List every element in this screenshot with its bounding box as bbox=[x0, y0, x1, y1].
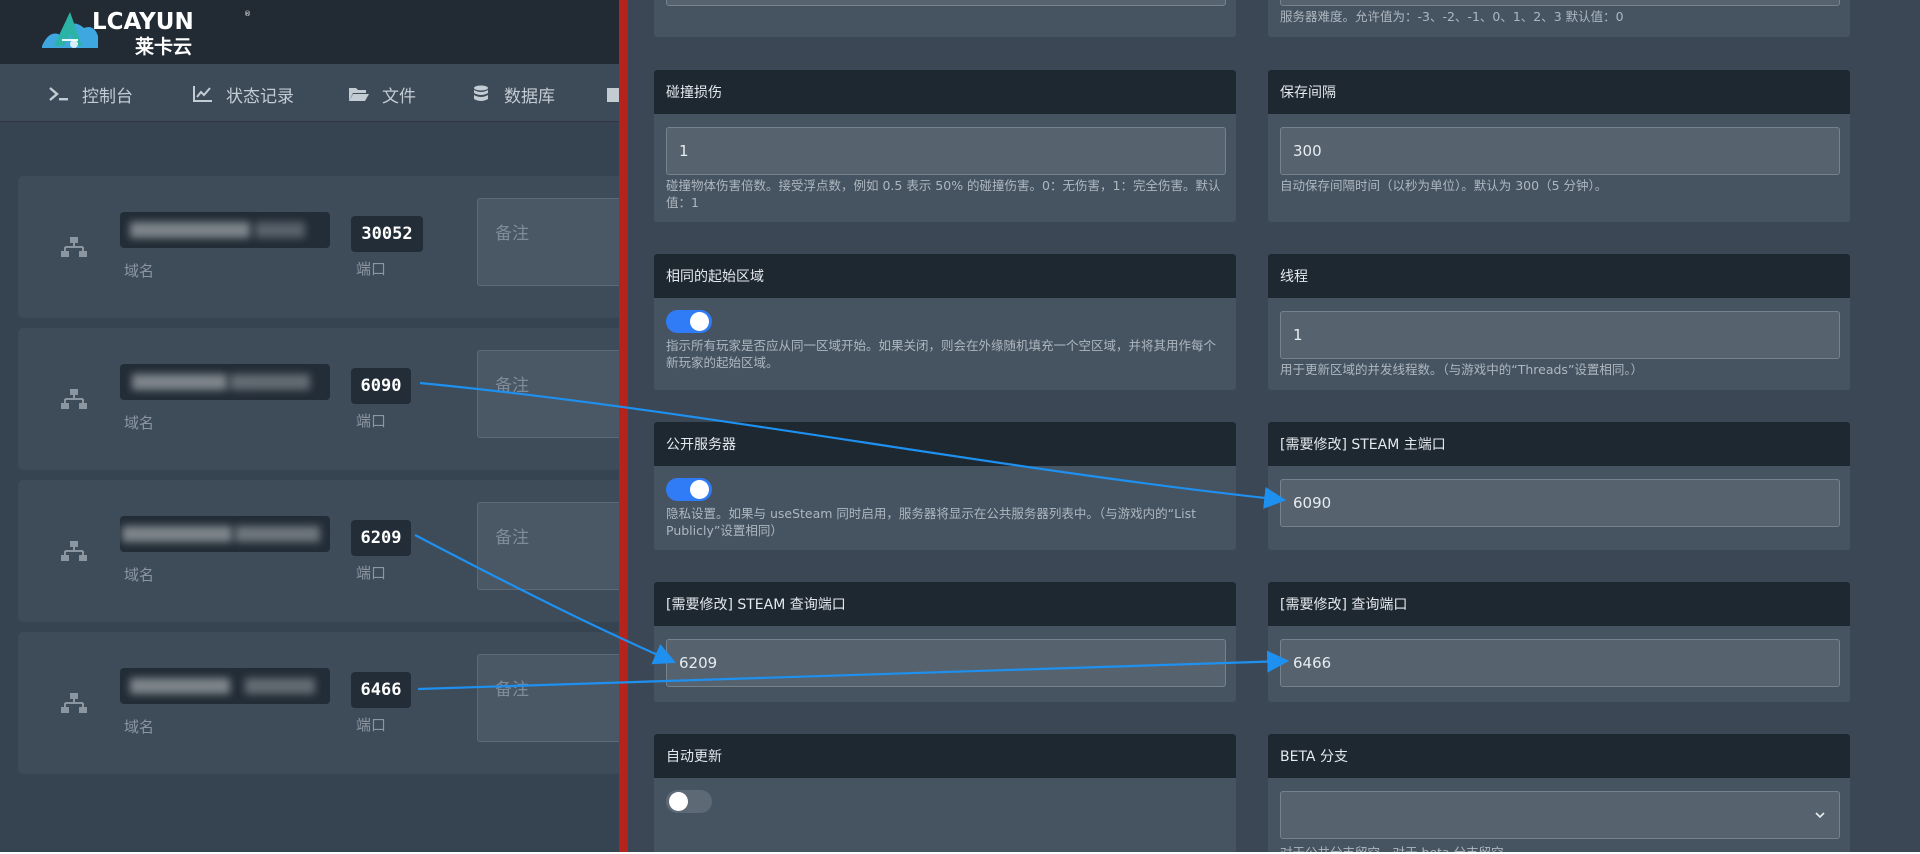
domain-label: 域名 bbox=[124, 262, 155, 280]
save-interval-title: 保存间隔 bbox=[1268, 70, 1850, 114]
collision-help: 碰撞物体伤害倍数。接受浮点数，例如 0.5 表示 50% 的碰撞伤害。0：无伤害… bbox=[666, 178, 1221, 210]
nav-item-more[interactable] bbox=[606, 82, 619, 106]
domain-label: 域名 bbox=[124, 566, 155, 584]
port-row: 域名 6090 端口 备注 bbox=[18, 328, 619, 470]
port-value: 6209 bbox=[351, 520, 411, 556]
setting-input-partial[interactable] bbox=[666, 0, 1226, 6]
port-row: 域名 6466 端口 备注 bbox=[18, 632, 619, 774]
setting-card-public-server: 公开服务器 隐私设置。如果与 useSteam 同时启用，服务器将显示在公共服务… bbox=[654, 422, 1236, 550]
network-icon bbox=[61, 693, 87, 713]
note-placeholder: 备注 bbox=[495, 224, 529, 244]
beta-branch-help: 对于公共分支留空，对于 beta 分支留空。 bbox=[1280, 844, 1836, 852]
line-chart-icon bbox=[193, 86, 212, 102]
threads-help: 用于更新区域的并发线程数。（与游戏中的“Threads”设置相同。） bbox=[1280, 362, 1644, 377]
domain-field[interactable] bbox=[120, 364, 330, 400]
setting-card-auto-update: 自动更新 bbox=[654, 734, 1236, 852]
port-row: 域名 6209 端口 备注 bbox=[18, 480, 619, 622]
beta-branch-select[interactable] bbox=[1280, 791, 1840, 839]
auto-update-toggle[interactable] bbox=[666, 790, 712, 813]
network-icon bbox=[61, 237, 87, 257]
nav-item-status-log[interactable]: 状态记录 bbox=[192, 82, 294, 107]
beta-branch-title: BETA 分支 bbox=[1268, 734, 1850, 778]
setting-card-threads: 线程 1 用于更新区域的并发线程数。（与游戏中的“Threads”设置相同。） bbox=[1268, 254, 1850, 390]
collision-title: 碰撞损伤 bbox=[654, 70, 1236, 114]
port-label: 端口 bbox=[356, 260, 387, 278]
chevron-down-icon bbox=[1815, 812, 1825, 819]
steam-query-port-title: [需要修改] STEAM 查询端口 bbox=[654, 582, 1236, 626]
steam-query-port-input[interactable]: 6209 bbox=[666, 639, 1226, 687]
database-icon bbox=[474, 85, 488, 101]
brand-name-cn: 莱卡云 bbox=[135, 36, 193, 58]
port-mapping-panel: LCAYUN 莱卡云 ® 控制台 状态记录 文件 数据库 域名 30052 端口… bbox=[0, 0, 619, 852]
nav-item-label: 状态记录 bbox=[226, 86, 294, 107]
threads-title: 线程 bbox=[1268, 254, 1850, 298]
port-row: 域名 30052 端口 备注 bbox=[18, 176, 619, 318]
top-bar: LCAYUN 莱卡云 ® bbox=[0, 0, 619, 64]
note-input[interactable]: 备注 bbox=[477, 350, 619, 438]
setting-card-partial-left bbox=[654, 0, 1236, 37]
port-value: 30052 bbox=[351, 216, 423, 252]
domain-field[interactable] bbox=[120, 212, 330, 248]
domain-label: 域名 bbox=[124, 718, 155, 736]
query-port-title: [需要修改] 查询端口 bbox=[1268, 582, 1850, 626]
note-placeholder: 备注 bbox=[495, 528, 529, 548]
note-input[interactable]: 备注 bbox=[477, 502, 619, 590]
separator-bar bbox=[619, 0, 628, 852]
steam-main-port-title: [需要修改] STEAM 主端口 bbox=[1268, 422, 1850, 466]
save-interval-input[interactable]: 300 bbox=[1280, 127, 1840, 175]
nav-item-console[interactable]: 控制台 bbox=[48, 82, 133, 107]
setting-card-beta-branch: BETA 分支 对于公共分支留空，对于 beta 分支留空。 bbox=[1268, 734, 1850, 852]
nav-item-files[interactable]: 文件 bbox=[348, 82, 416, 107]
setting-card-steam-main-port: [需要修改] STEAM 主端口 6090 bbox=[1268, 422, 1850, 550]
difficulty-help: 服务器难度。允许值为：-3、-2、-1、0、1、2、3 默认值：0 bbox=[1280, 9, 1624, 24]
setting-card-query-port: [需要修改] 查询端口 6466 bbox=[1268, 582, 1850, 702]
public-server-toggle[interactable] bbox=[666, 478, 712, 501]
nav-item-label: 文件 bbox=[382, 86, 416, 107]
same-start-toggle[interactable] bbox=[666, 310, 712, 333]
calendar-icon bbox=[607, 88, 619, 102]
query-port-input[interactable]: 6466 bbox=[1280, 639, 1840, 687]
note-input[interactable]: 备注 bbox=[477, 654, 619, 742]
terminal-icon bbox=[49, 87, 68, 101]
threads-input[interactable]: 1 bbox=[1280, 311, 1840, 359]
domain-label: 域名 bbox=[124, 414, 155, 432]
difficulty-input[interactable] bbox=[1280, 0, 1840, 6]
network-icon bbox=[61, 541, 87, 561]
steam-main-port-input[interactable]: 6090 bbox=[1280, 479, 1840, 527]
nav-item-label: 数据库 bbox=[504, 86, 555, 107]
domain-field[interactable] bbox=[120, 668, 330, 704]
lcayun-logo-mark-icon bbox=[42, 12, 98, 48]
domain-field[interactable] bbox=[120, 516, 330, 552]
nav-item-label: 控制台 bbox=[82, 86, 133, 107]
port-value: 6466 bbox=[351, 672, 411, 708]
network-icon bbox=[61, 389, 87, 409]
folder-open-icon bbox=[349, 88, 369, 101]
setting-card-collision: 碰撞损伤 1 碰撞物体伤害倍数。接受浮点数，例如 0.5 表示 50% 的碰撞伤… bbox=[654, 70, 1236, 222]
main-nav: 控制台 状态记录 文件 数据库 bbox=[0, 64, 619, 122]
collision-input[interactable]: 1 bbox=[666, 127, 1226, 175]
auto-update-title: 自动更新 bbox=[654, 734, 1236, 778]
port-label: 端口 bbox=[356, 564, 387, 582]
setting-card-same-start: 相同的起始区域 指示所有玩家是否应从同一区域开始。如果关闭，则会在外缘随机填充一… bbox=[654, 254, 1236, 390]
brand-logo[interactable]: LCAYUN 莱卡云 ® bbox=[40, 6, 251, 58]
port-label: 端口 bbox=[356, 412, 387, 430]
setting-card-save-interval: 保存间隔 300 自动保存间隔时间（以秒为单位）。默认为 300（5 分钟）。 bbox=[1268, 70, 1850, 222]
public-server-title: 公开服务器 bbox=[654, 422, 1236, 466]
note-placeholder: 备注 bbox=[495, 376, 529, 396]
port-label: 端口 bbox=[356, 716, 387, 734]
save-interval-help: 自动保存间隔时间（以秒为单位）。默认为 300（5 分钟）。 bbox=[1280, 178, 1608, 193]
nav-item-database[interactable]: 数据库 bbox=[470, 82, 555, 107]
same-start-title: 相同的起始区域 bbox=[654, 254, 1236, 298]
note-placeholder: 备注 bbox=[495, 680, 529, 700]
same-start-help: 指示所有玩家是否应从同一区域开始。如果关闭，则会在外缘随机填充一个空区域，并将其… bbox=[666, 338, 1217, 370]
server-settings-panel: 服务器难度。允许值为：-3、-2、-1、0、1、2、3 默认值：0 碰撞损伤 1… bbox=[628, 0, 1920, 852]
note-input[interactable]: 备注 bbox=[477, 198, 619, 286]
public-server-help: 隐私设置。如果与 useSteam 同时启用，服务器将显示在公共服务器列表中。（… bbox=[666, 506, 1197, 538]
setting-card-steam-query-port: [需要修改] STEAM 查询端口 6209 bbox=[654, 582, 1236, 702]
port-value: 6090 bbox=[351, 368, 411, 404]
trademark-mark: ® bbox=[244, 10, 251, 18]
setting-card-difficulty: 服务器难度。允许值为：-3、-2、-1、0、1、2、3 默认值：0 bbox=[1268, 0, 1850, 37]
